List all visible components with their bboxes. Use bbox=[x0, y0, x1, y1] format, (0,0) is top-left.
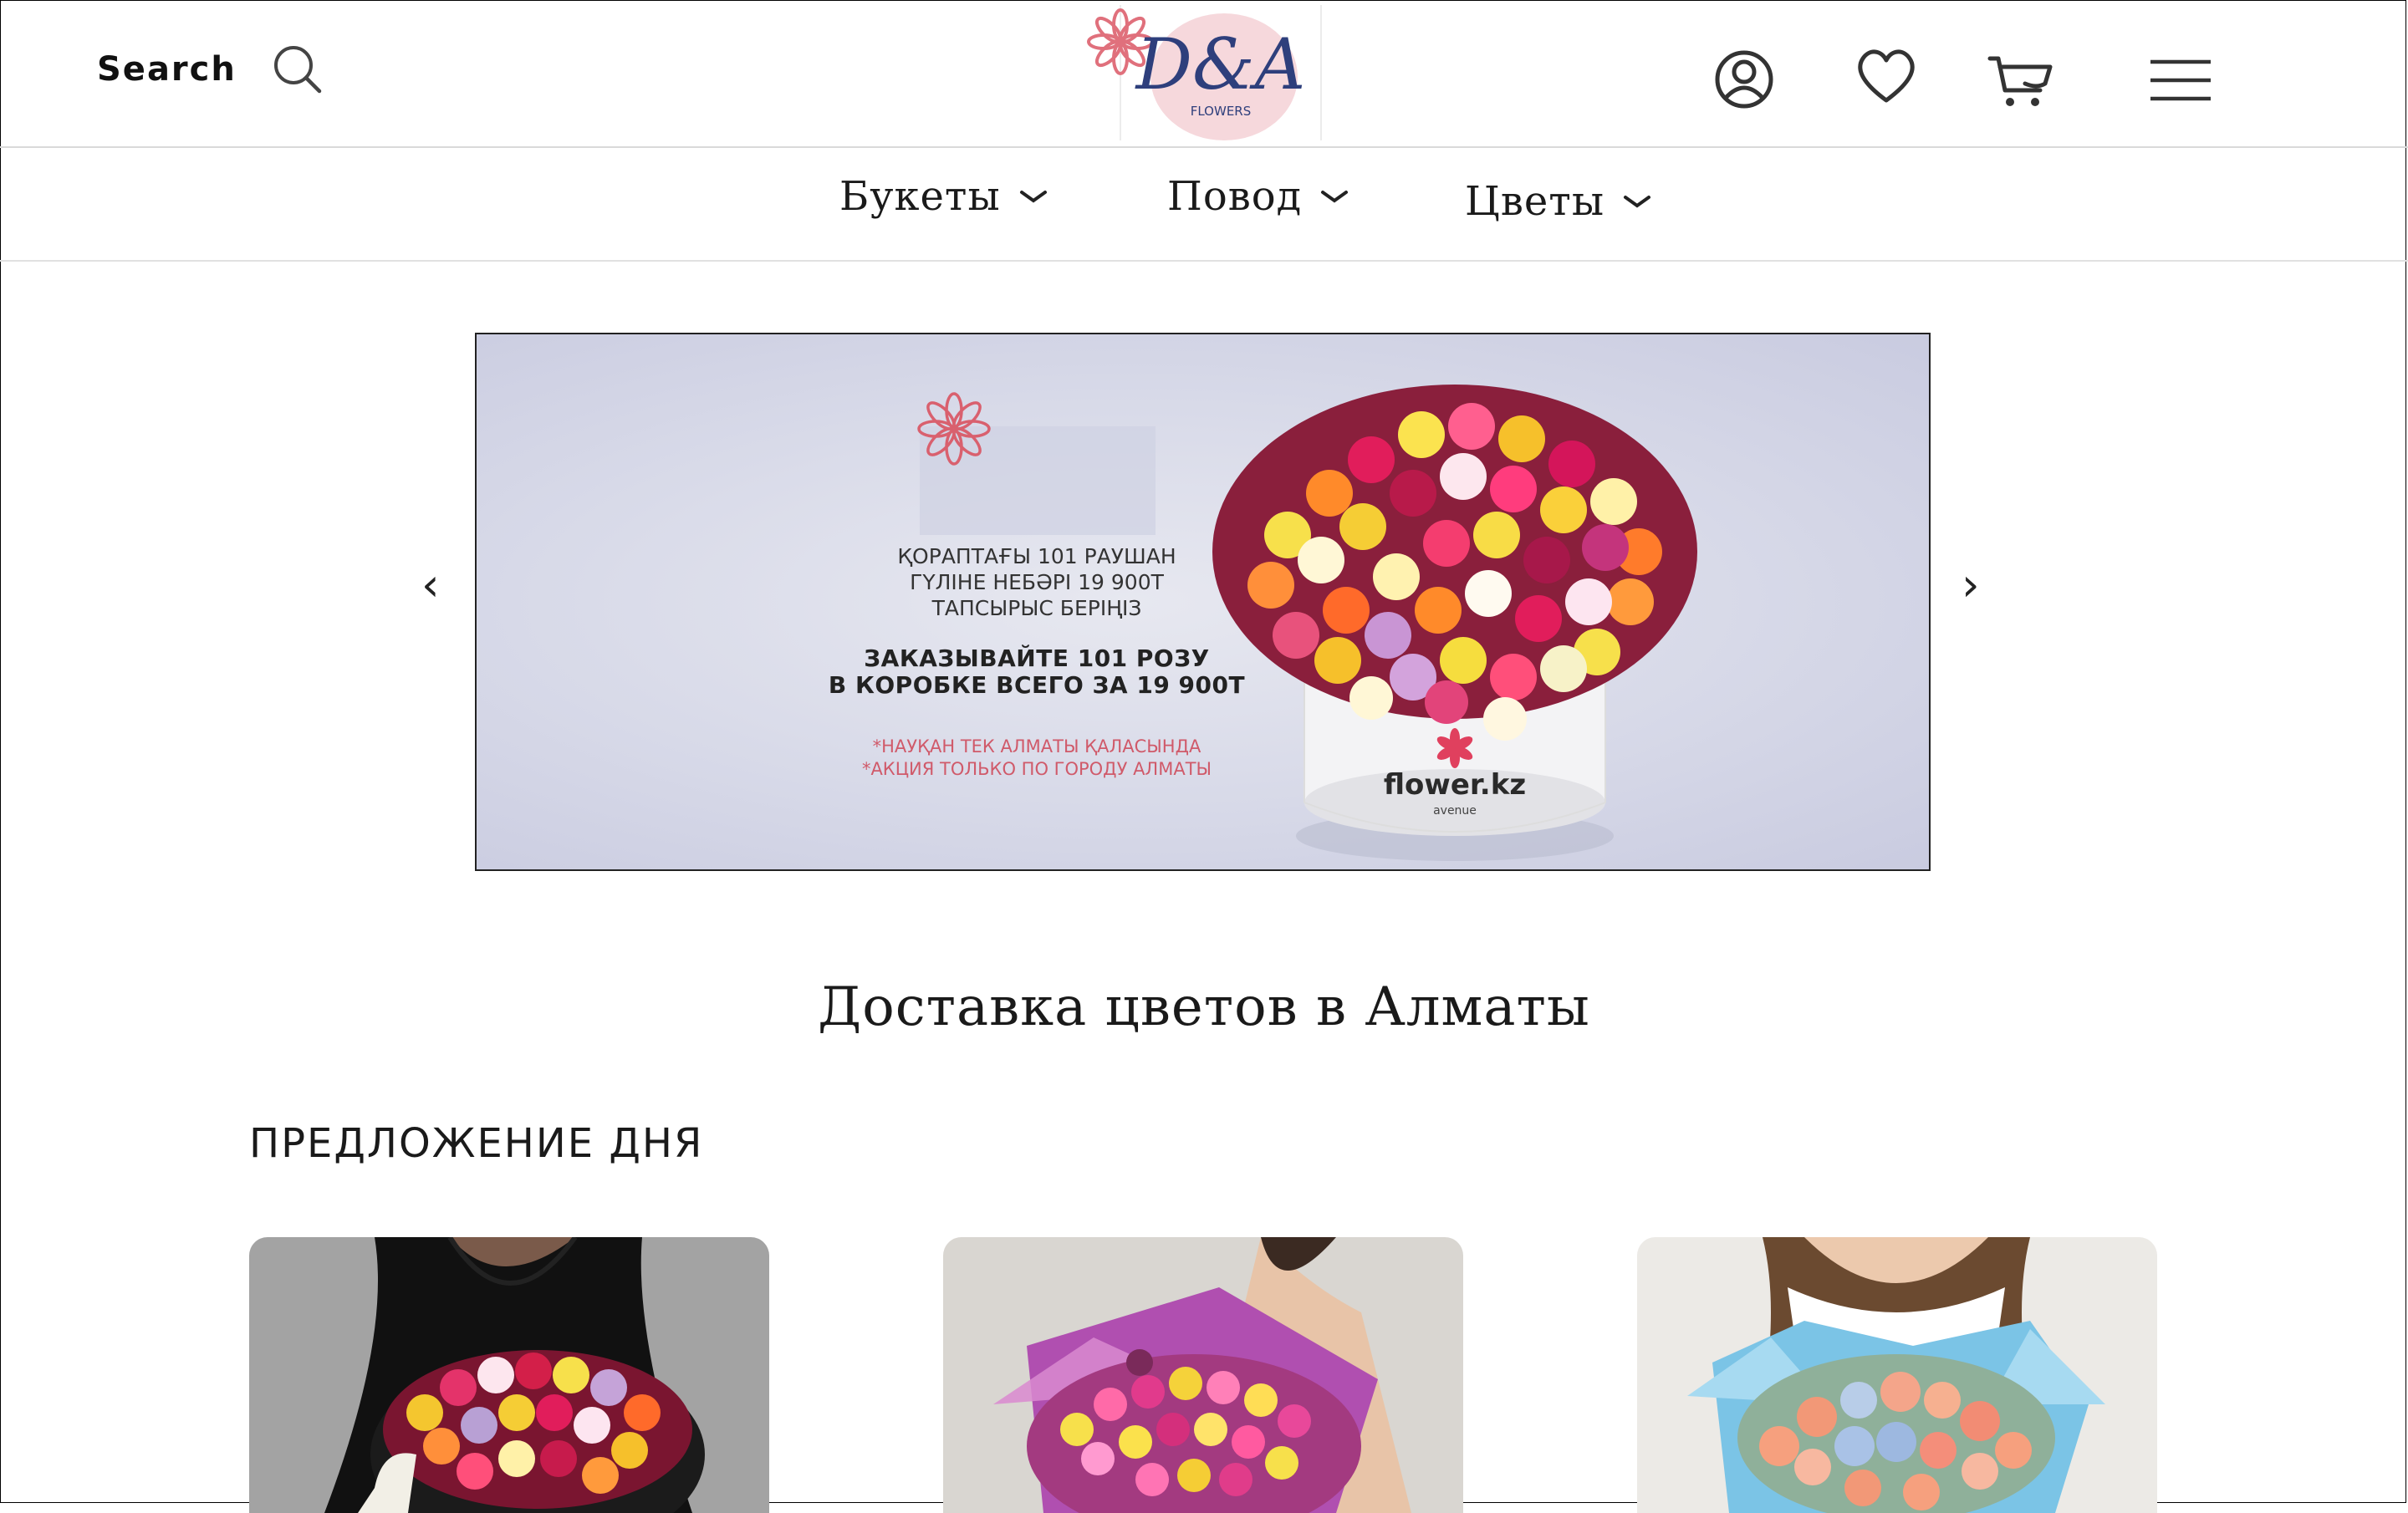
nav-item-label: Повод bbox=[1167, 173, 1303, 220]
promo-banner[interactable]: ҚОРАПТАҒЫ 101 РАУШАН ГҮЛІНЕ НЕБӘРІ 19 90… bbox=[475, 333, 1931, 871]
banner-text-line: ТАПСЫРЫС БЕРІҢІЗ bbox=[931, 596, 1142, 620]
page-title: Доставка цветов в Алматы bbox=[818, 976, 1590, 1038]
banner-text-line: ГҮЛІНЕ НЕБӘРІ 19 900Т bbox=[910, 570, 1164, 594]
nav-item-flowers[interactable]: Цветы bbox=[1465, 178, 1651, 225]
logo-monogram: D&A bbox=[1135, 23, 1306, 105]
product-image bbox=[1637, 1237, 2157, 1513]
roses-box-image: flower.kz avenue bbox=[1212, 385, 1697, 861]
search-icon bbox=[273, 46, 322, 94]
product-card[interactable] bbox=[1637, 1237, 2157, 1513]
category-nav: Букеты Повод Цветы bbox=[0, 148, 2408, 262]
flower-logo-icon bbox=[917, 392, 991, 466]
nav-item-label: Цветы bbox=[1465, 178, 1605, 225]
carousel-next-arrow[interactable]: › bbox=[1962, 558, 1980, 611]
logo-caption: FLOWERS bbox=[1191, 104, 1252, 119]
product-card[interactable] bbox=[249, 1237, 769, 1513]
box-brand-text: flower.kz bbox=[1384, 768, 1526, 802]
banner-text-kz: ҚОРАПТАҒЫ 101 РАУШАН ГҮЛІНЕ НЕБӘРІ 19 90… bbox=[811, 543, 1263, 621]
nav-item-occasion[interactable]: Повод bbox=[1167, 173, 1349, 220]
nav-item-label: Букеты bbox=[839, 173, 1001, 220]
brand-logo[interactable]: D&A FLOWERS bbox=[1084, 5, 1323, 140]
heart-icon[interactable] bbox=[1853, 42, 1920, 109]
product-card[interactable] bbox=[943, 1237, 1463, 1513]
user-icon[interactable] bbox=[1711, 46, 1778, 113]
site-header: Search D&A FLOWERS bbox=[0, 0, 2408, 148]
product-image bbox=[249, 1237, 769, 1513]
chevron-down-icon bbox=[1624, 196, 1651, 208]
carousel-prev-arrow[interactable]: ‹ bbox=[421, 558, 440, 611]
chevron-down-icon bbox=[1321, 191, 1349, 203]
banner-text-line: ҚОРАПТАҒЫ 101 РАУШАН bbox=[897, 544, 1176, 568]
box-sub-text: avenue bbox=[1433, 804, 1477, 818]
menu-icon[interactable] bbox=[2147, 48, 2214, 115]
chevron-down-icon bbox=[1019, 191, 1047, 203]
nav-item-bouquets[interactable]: Букеты bbox=[839, 173, 1048, 220]
product-image bbox=[943, 1237, 1463, 1513]
cart-icon[interactable] bbox=[1987, 47, 2053, 114]
search-button[interactable]: Search bbox=[97, 43, 324, 95]
search-label: Search bbox=[97, 50, 237, 89]
section-title: ПРЕДЛОЖЕНИЕ ДНЯ bbox=[249, 1120, 704, 1167]
